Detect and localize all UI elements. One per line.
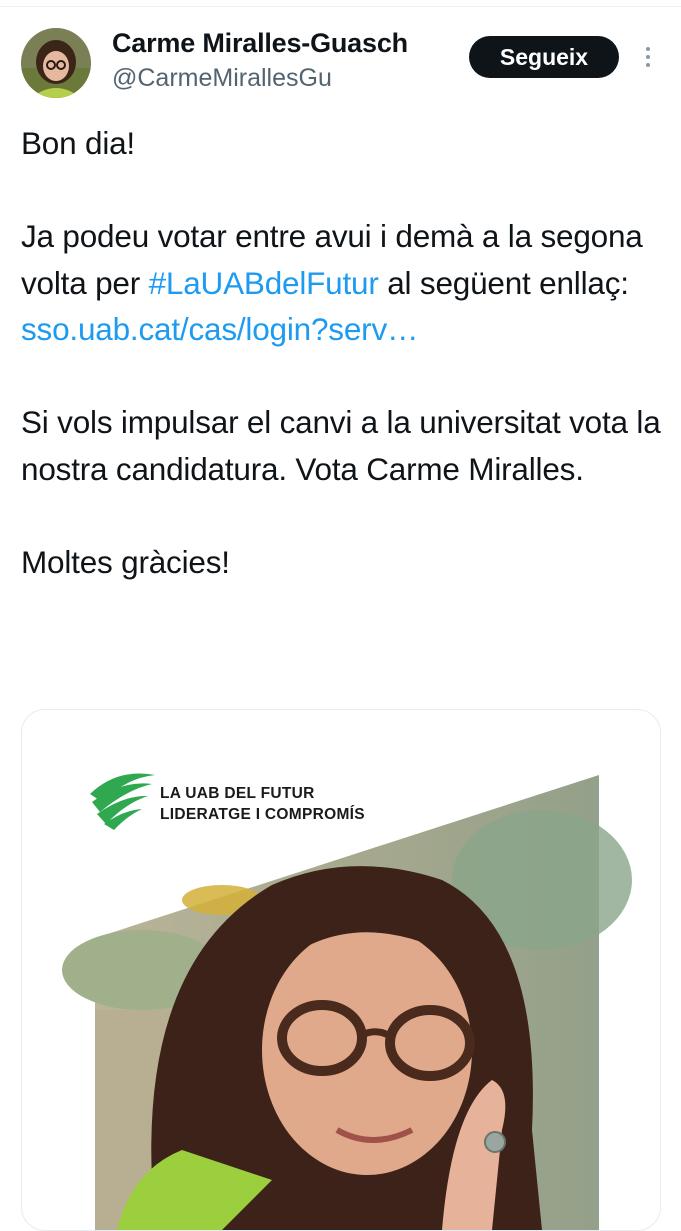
url-link[interactable]: sso.uab.cat/cas/login?serv… (21, 311, 419, 347)
media-card[interactable]: LA UAB DEL FUTUR LIDERATGE I COMPROMÍS (21, 709, 661, 1231)
author-handle[interactable]: @CarmeMirallesGu (112, 64, 332, 93)
logo-line-1: LA UAB DEL FUTUR (160, 785, 315, 802)
tweet-greeting: Bon dia! (21, 125, 135, 161)
tweet-text: Bon dia! Ja podeu votar entre avui i dem… (21, 120, 669, 585)
avatar-photo (21, 28, 91, 98)
top-divider (0, 6, 681, 7)
hashtag-link[interactable]: #LaUABdelFutur (149, 265, 379, 301)
follow-button[interactable]: Segueix (469, 36, 619, 78)
uab-futur-logo (90, 773, 155, 830)
author-name[interactable]: Carme Miralles-Guasch (112, 28, 408, 59)
tweet-paragraph-appeal: Si vols impulsar el canvi a la universit… (21, 404, 661, 487)
more-vertical-icon[interactable] (638, 44, 658, 70)
tweet-closing: Moltes gràcies! (21, 543, 230, 580)
tweet-paragraph-vote: Ja podeu votar entre avui i demà a la se… (21, 213, 669, 353)
card-logo-text: LA UAB DEL FUTUR LIDERATGE I COMPROMÍS (160, 783, 365, 825)
tweet-text-segment: al següent enllaç: (378, 264, 629, 301)
logo-line-2: LIDERATGE I COMPROMÍS (160, 806, 365, 823)
author-avatar[interactable] (21, 28, 91, 98)
